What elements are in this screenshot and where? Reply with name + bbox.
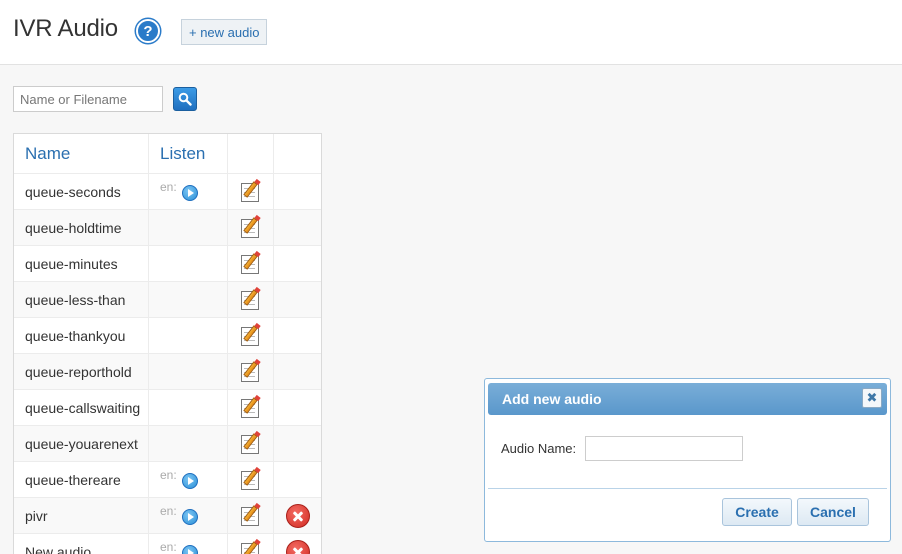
audio-name: queue-youarenext [14, 426, 149, 461]
edit-cell [228, 534, 274, 554]
edit-icon[interactable] [240, 538, 262, 554]
delete-cell [274, 282, 321, 317]
table-body: queue-seconds en: queue-holdtime queue-minu… [14, 174, 321, 554]
edit-icon[interactable] [240, 394, 262, 419]
create-button[interactable]: Create [722, 498, 792, 526]
edit-icon[interactable] [240, 358, 262, 383]
delete-cell [274, 426, 321, 461]
audio-name: queue-callswaiting [14, 390, 149, 425]
audio-name: New audio [14, 534, 149, 554]
table-row: queue-thereare en: [14, 462, 321, 498]
play-icon[interactable] [182, 473, 198, 489]
table-row: queue-holdtime [14, 210, 321, 246]
language-label: en: [160, 468, 177, 482]
listen-cell: en: [149, 174, 228, 209]
edit-cell [228, 462, 274, 497]
audio-name: queue-minutes [14, 246, 149, 281]
listen-cell [149, 426, 228, 461]
delete-icon[interactable] [285, 539, 310, 554]
listen-cell: en: [149, 462, 228, 497]
audio-name: pivr [14, 498, 149, 533]
edit-cell [228, 498, 274, 533]
close-icon[interactable]: ✖ [862, 388, 882, 408]
table-row: pivr en: [14, 498, 321, 534]
delete-cell [274, 498, 321, 533]
edit-icon[interactable] [240, 286, 262, 311]
edit-icon[interactable] [240, 214, 262, 239]
audio-table: Name Listen queue-seconds en: queue-holdti… [13, 133, 322, 554]
edit-icon[interactable] [240, 250, 262, 275]
table-row: queue-less-than [14, 282, 321, 318]
edit-cell [228, 210, 274, 245]
search-input[interactable] [13, 86, 163, 112]
listen-cell [149, 354, 228, 389]
table-row: queue-youarenext [14, 426, 321, 462]
listen-cell [149, 390, 228, 425]
add-audio-dialog: Add new audio ✖ Audio Name: Create Cance… [484, 378, 891, 542]
column-header-name[interactable]: Name [14, 134, 149, 173]
play-icon[interactable] [182, 545, 198, 554]
table-header: Name Listen [14, 134, 321, 174]
delete-cell [274, 210, 321, 245]
column-header-edit [228, 134, 274, 173]
delete-cell [274, 462, 321, 497]
listen-cell [149, 318, 228, 353]
column-header-delete [274, 134, 321, 173]
play-icon[interactable] [182, 185, 198, 201]
audio-name-input[interactable] [585, 436, 743, 461]
edit-icon[interactable] [240, 466, 262, 491]
audio-name: queue-less-than [14, 282, 149, 317]
search-button[interactable] [173, 87, 197, 111]
edit-cell [228, 174, 274, 209]
language-label: en: [160, 540, 177, 554]
edit-icon[interactable] [240, 430, 262, 455]
column-header-listen: Listen [149, 134, 228, 173]
table-row: queue-seconds en: [14, 174, 321, 210]
language-label: en: [160, 504, 177, 518]
page-title: IVR Audio [13, 15, 118, 42]
help-icon[interactable]: ? [136, 19, 160, 43]
delete-cell [274, 174, 321, 209]
new-audio-button[interactable]: + new audio [181, 19, 268, 45]
listen-cell [149, 282, 228, 317]
delete-cell [274, 246, 321, 281]
page-header: IVR Audio ? + new audio [0, 0, 902, 65]
edit-cell [228, 426, 274, 461]
edit-cell [228, 318, 274, 353]
play-icon[interactable] [182, 509, 198, 525]
table-row: queue-callswaiting [14, 390, 321, 426]
edit-cell [228, 246, 274, 281]
listen-cell [149, 210, 228, 245]
audio-name: queue-reporthold [14, 354, 149, 389]
audio-name: queue-seconds [14, 174, 149, 209]
table-row: queue-minutes [14, 246, 321, 282]
delete-cell [274, 318, 321, 353]
edit-icon[interactable] [240, 178, 262, 203]
table-row: queue-thankyou [14, 318, 321, 354]
audio-name: queue-thereare [14, 462, 149, 497]
edit-icon[interactable] [240, 502, 262, 527]
edit-cell [228, 354, 274, 389]
edit-cell [228, 390, 274, 425]
edit-cell [228, 282, 274, 317]
delete-cell [274, 390, 321, 425]
audio-name: queue-thankyou [14, 318, 149, 353]
edit-icon[interactable] [240, 322, 262, 347]
table-row: queue-reporthold [14, 354, 321, 390]
language-label: en: [160, 180, 177, 194]
audio-name: queue-holdtime [14, 210, 149, 245]
listen-cell [149, 246, 228, 281]
dialog-divider [488, 488, 887, 489]
table-row: New audio en: [14, 534, 321, 554]
delete-cell [274, 534, 321, 554]
dialog-title: Add new audio [488, 383, 887, 415]
listen-cell: en: [149, 498, 228, 533]
listen-cell: en: [149, 534, 228, 554]
delete-icon[interactable] [285, 503, 310, 528]
cancel-button[interactable]: Cancel [797, 498, 869, 526]
search-icon [178, 92, 192, 106]
audio-name-label: Audio Name: [501, 441, 577, 456]
delete-cell [274, 354, 321, 389]
